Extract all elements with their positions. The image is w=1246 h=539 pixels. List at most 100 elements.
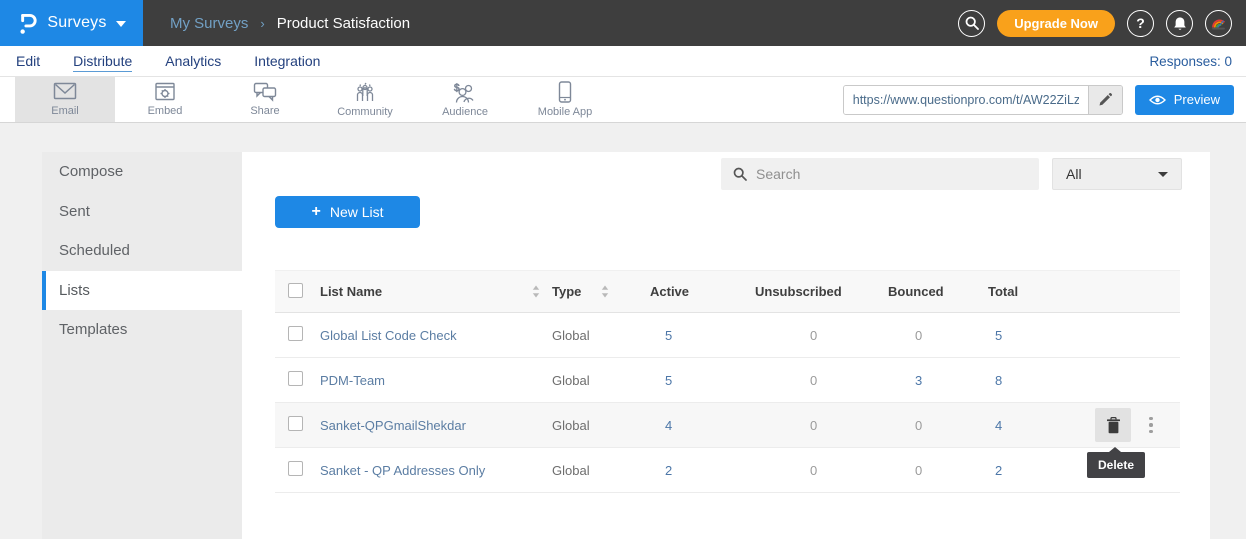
mobile-app-icon: [558, 81, 572, 103]
row-menu-button[interactable]: [1145, 413, 1157, 438]
search-icon: [733, 167, 747, 181]
surveys-app-menu[interactable]: Surveys: [0, 0, 143, 46]
list-search-box: [721, 158, 1039, 190]
email-icon: [53, 82, 77, 102]
search-button[interactable]: [958, 10, 985, 37]
header-actions: Upgrade Now ?: [958, 10, 1232, 37]
survey-url-input[interactable]: [844, 86, 1088, 114]
notifications-button[interactable]: [1166, 10, 1193, 37]
gauge-icon: [1209, 14, 1228, 33]
bounced-count-link[interactable]: 0: [915, 463, 922, 478]
list-name-link[interactable]: Global List Code Check: [320, 328, 457, 343]
table-row[interactable]: Sanket-QPGmailShekdar Global 4 0 0 4 Del…: [275, 403, 1180, 448]
active-count-link[interactable]: 2: [665, 463, 672, 478]
responses-count[interactable]: Responses: 0: [1149, 54, 1232, 69]
unsubscribed-count-link[interactable]: 0: [810, 418, 817, 433]
upgrade-now-button[interactable]: Upgrade Now: [997, 10, 1115, 37]
trash-icon: [1106, 417, 1121, 434]
breadcrumb-my-surveys[interactable]: My Surveys: [170, 15, 248, 32]
chevron-down-icon: [1158, 172, 1168, 177]
account-gauge-avatar[interactable]: [1205, 10, 1232, 37]
row-checkbox[interactable]: [288, 371, 303, 386]
search-input[interactable]: [756, 166, 1027, 182]
chevron-down-icon: [116, 21, 126, 27]
preview-button[interactable]: Preview: [1135, 85, 1234, 115]
row-checkbox[interactable]: [288, 326, 303, 341]
tab-label: Community: [337, 106, 393, 118]
row-actions: Delete: [1095, 408, 1180, 442]
delete-button[interactable]: [1095, 408, 1131, 442]
search-icon: [965, 16, 979, 30]
list-name-link[interactable]: Sanket - QP Addresses Only: [320, 463, 485, 478]
active-count-link[interactable]: 4: [665, 418, 672, 433]
lists-table: List Name Type Active Unsubscribed Bounc…: [275, 270, 1180, 493]
sidebar-item-sent[interactable]: Sent: [42, 192, 242, 232]
row-checkbox[interactable]: [288, 461, 303, 476]
tab-analytics[interactable]: Analytics: [165, 51, 221, 71]
select-all-checkbox[interactable]: [288, 283, 303, 298]
tab-embed[interactable]: Embed: [115, 77, 215, 122]
tab-share[interactable]: Share: [215, 77, 315, 122]
sidebar-item-lists[interactable]: Lists: [42, 271, 242, 311]
column-header-active: Active: [650, 284, 755, 299]
total-count-link[interactable]: 4: [995, 418, 1002, 433]
tab-label: Audience: [442, 106, 488, 118]
unsubscribed-count-link[interactable]: 0: [810, 463, 817, 478]
tab-email[interactable]: Email: [15, 77, 115, 122]
bounced-count-link[interactable]: 0: [915, 328, 922, 343]
active-count-link[interactable]: 5: [665, 328, 672, 343]
unsubscribed-count-link[interactable]: 0: [810, 328, 817, 343]
questionpro-logo-icon: [17, 11, 38, 36]
row-checkbox[interactable]: [288, 416, 303, 431]
total-count-link[interactable]: 2: [995, 463, 1002, 478]
app-menu-label: Surveys: [47, 14, 106, 32]
help-button[interactable]: ?: [1127, 10, 1154, 37]
pencil-icon: [1098, 93, 1112, 107]
bounced-count-link[interactable]: 3: [915, 373, 922, 388]
filter-selected-value: All: [1066, 166, 1082, 182]
survey-nav: Edit Distribute Analytics Integration Re…: [0, 46, 1246, 76]
unsubscribed-count-link[interactable]: 0: [810, 373, 817, 388]
list-filter-dropdown[interactable]: All: [1052, 158, 1182, 190]
new-list-button[interactable]: + New List: [275, 196, 420, 228]
total-count-link[interactable]: 8: [995, 373, 1002, 388]
table-header-row: List Name Type Active Unsubscribed Bounc…: [275, 270, 1180, 313]
share-icon: [253, 82, 277, 102]
sort-icon[interactable]: [532, 285, 540, 298]
audience-icon: $: [453, 82, 477, 103]
list-name-link[interactable]: PDM-Team: [320, 373, 385, 388]
filter-row: All: [242, 152, 1210, 190]
edit-url-button[interactable]: [1088, 86, 1122, 114]
table-row[interactable]: PDM-Team Global 5 0 3 8: [275, 358, 1180, 403]
new-list-label: New List: [330, 204, 384, 220]
sidebar-item-templates[interactable]: Templates: [42, 310, 242, 350]
tab-label: Mobile App: [538, 106, 592, 118]
tab-edit[interactable]: Edit: [16, 51, 40, 71]
sort-icon[interactable]: [601, 285, 609, 298]
active-count-link[interactable]: 5: [665, 373, 672, 388]
plus-icon: +: [311, 204, 320, 220]
lists-content: All + New List List Name Type: [242, 152, 1210, 539]
tab-mobile-app[interactable]: Mobile App: [515, 77, 615, 122]
sidebar-item-scheduled[interactable]: Scheduled: [42, 231, 242, 271]
survey-url-box: [843, 85, 1123, 115]
list-type: Global: [552, 328, 590, 343]
tab-audience[interactable]: $ Audience: [415, 77, 515, 122]
bounced-count-link[interactable]: 0: [915, 418, 922, 433]
list-name-link[interactable]: Sanket-QPGmailShekdar: [320, 418, 466, 433]
table-row[interactable]: Global List Code Check Global 5 0 0 5: [275, 313, 1180, 358]
column-header-unsubscribed: Unsubscribed: [755, 284, 888, 299]
breadcrumb: My Surveys › Product Satisfaction: [170, 15, 410, 32]
sidebar-item-compose[interactable]: Compose: [42, 152, 242, 192]
tab-distribute[interactable]: Distribute: [73, 51, 132, 72]
column-header-bounced: Bounced: [888, 284, 988, 299]
table-row[interactable]: Sanket - QP Addresses Only Global 2 0 0 …: [275, 448, 1180, 493]
tab-integration[interactable]: Integration: [254, 51, 320, 71]
column-header-list-name[interactable]: List Name: [320, 284, 382, 299]
delete-tooltip: Delete: [1087, 452, 1145, 478]
column-header-total: Total: [988, 284, 1078, 299]
column-header-type[interactable]: Type: [552, 284, 581, 299]
total-count-link[interactable]: 5: [995, 328, 1002, 343]
tab-community[interactable]: Community: [315, 77, 415, 122]
tab-label: Embed: [148, 105, 183, 117]
